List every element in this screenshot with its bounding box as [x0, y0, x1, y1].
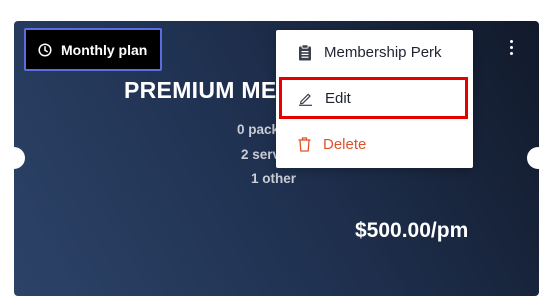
card-notch-right: [527, 147, 547, 169]
menu-item-label: Delete: [323, 135, 367, 153]
card-notch-left: [3, 147, 25, 169]
more-vertical-icon[interactable]: [502, 36, 520, 58]
plan-title: PREMIUM MEMBERSHIP: [124, 77, 284, 103]
context-menu: Membership Perk Edit Delete: [276, 30, 473, 168]
trash-icon: [298, 136, 311, 152]
clock-icon: [38, 42, 52, 57]
menu-item-delete[interactable]: Delete: [276, 124, 473, 164]
pencil-icon: [298, 91, 313, 106]
menu-item-label: Membership Perk: [324, 43, 442, 61]
stage: Monthly plan PREMIUM MEMBERSHIP 0 packag…: [0, 0, 547, 308]
menu-item-label: Edit: [325, 89, 351, 107]
plan-services-count: 2 services: [241, 147, 277, 162]
clipboard-icon: [298, 43, 312, 61]
plan-type-badge[interactable]: Monthly plan: [24, 28, 162, 71]
menu-item-edit[interactable]: Edit: [276, 78, 473, 118]
plan-other-count: 1 other: [251, 171, 297, 186]
menu-item-membership-perk[interactable]: Membership Perk: [276, 32, 473, 72]
plan-price: $500.00/pm: [355, 219, 469, 242]
plan-type-label: Monthly plan: [61, 41, 148, 58]
plan-packages-count: 0 packages: [237, 122, 277, 137]
